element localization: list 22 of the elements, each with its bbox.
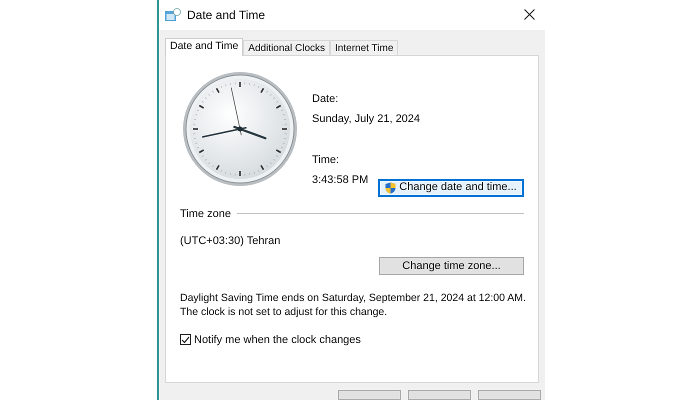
close-icon[interactable] bbox=[524, 9, 535, 20]
checkmark-icon bbox=[181, 336, 190, 344]
change-date-and-time-button[interactable]: Change date and time... bbox=[378, 178, 524, 197]
time-value: 3:43:58 PM bbox=[312, 173, 368, 188]
time-label: Time: bbox=[312, 152, 340, 168]
tab[interactable]: Internet Time bbox=[330, 40, 398, 55]
dialog-button[interactable] bbox=[338, 390, 401, 400]
checkbox[interactable] bbox=[180, 334, 191, 346]
calendar-clock-icon bbox=[165, 8, 181, 22]
dialog-button[interactable] bbox=[408, 390, 471, 400]
tab[interactable]: Additional Clocks bbox=[243, 40, 330, 55]
notify-checkbox-label[interactable]: Notify me when the clock changes bbox=[194, 332, 361, 348]
date-label: Date: bbox=[312, 92, 338, 107]
tab[interactable]: Date and Time bbox=[165, 38, 244, 56]
dialog-button[interactable] bbox=[478, 390, 541, 400]
change-time-zone-button[interactable]: Change time zone... bbox=[379, 256, 524, 275]
date-value: Sunday, July 21, 2024 bbox=[312, 112, 420, 128]
time-zone-value: (UTC+03:30) Tehran bbox=[180, 234, 282, 250]
time-zone-heading: Time zone bbox=[180, 206, 231, 222]
window-title: Date and Time bbox=[187, 6, 266, 24]
shield-icon bbox=[385, 182, 396, 194]
daylight-saving-notice: Daylight Saving Time ends on Saturday, September 21, 2024 at 12:00 AM. The clock is not set to adjust for this change. bbox=[180, 290, 524, 319]
